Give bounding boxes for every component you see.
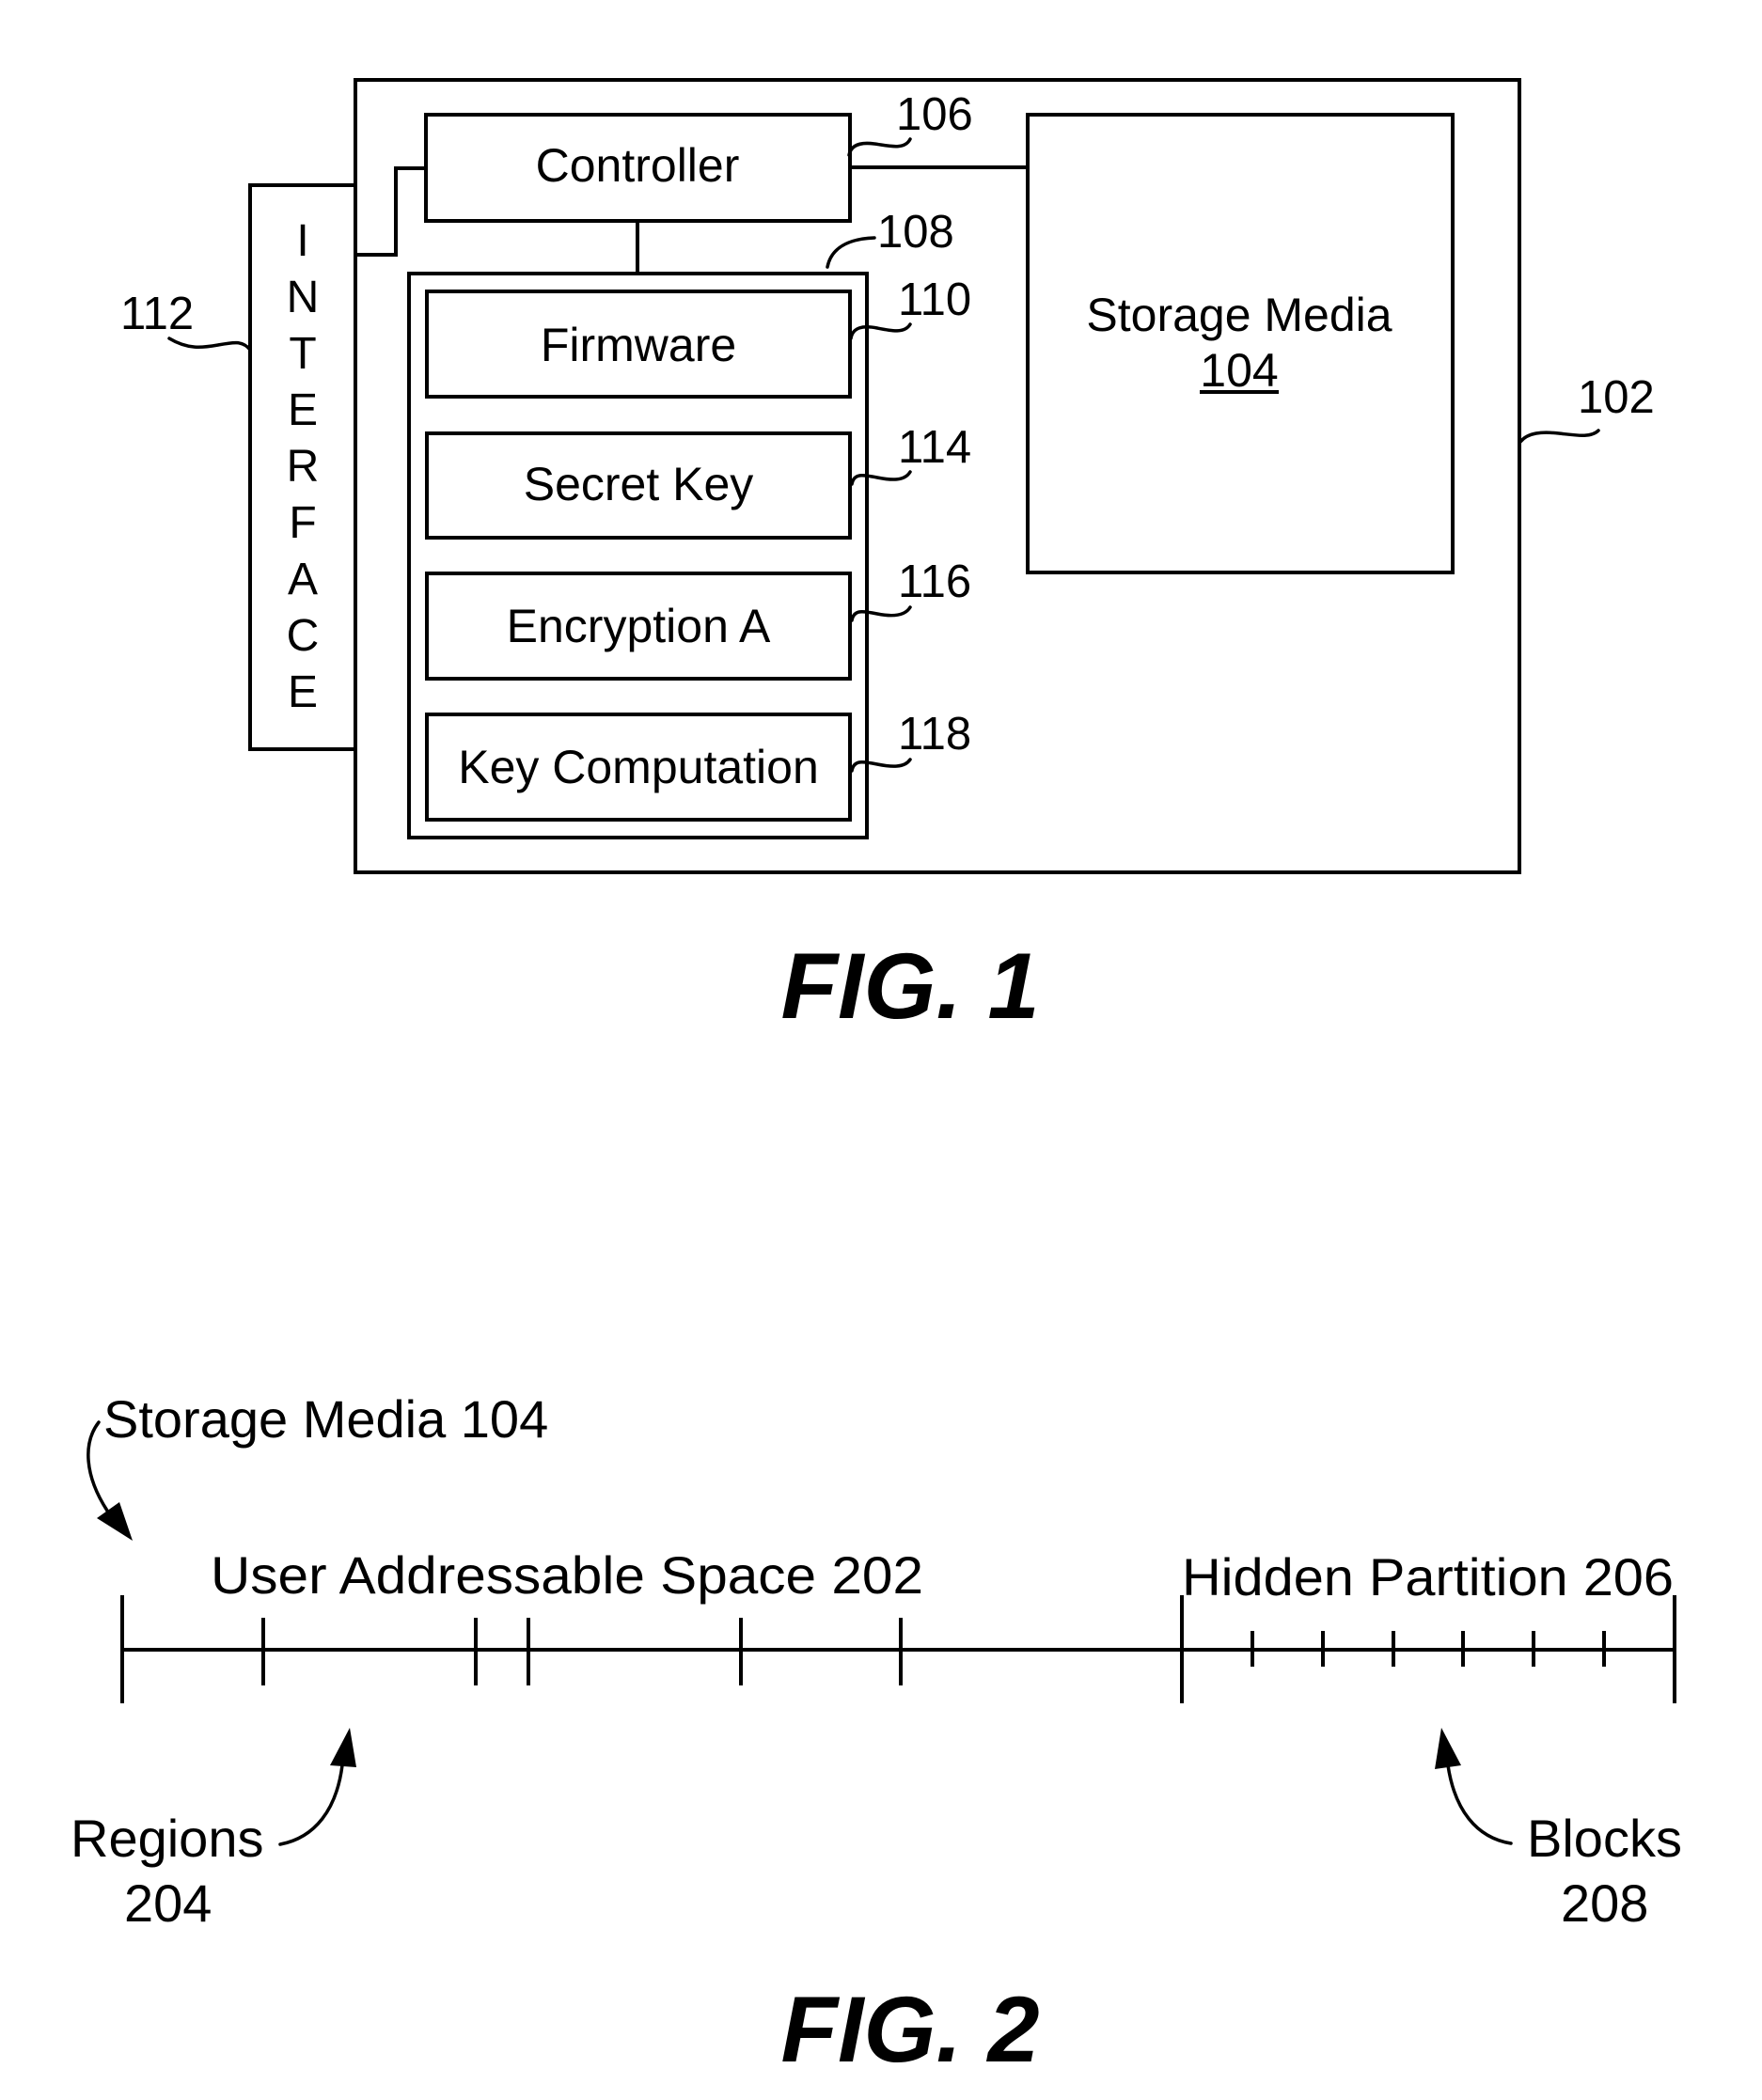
firmware-label: Firmware [541, 319, 736, 371]
interface-letter: E [288, 667, 318, 717]
interface-letter: N [287, 273, 320, 322]
figure-1: I N T E R F A C E 112 Controller 106 108 [120, 78, 1655, 1038]
ref-110: 110 [898, 274, 971, 325]
blocks-arrowhead-icon [1435, 1728, 1461, 1769]
ref-106: 106 [896, 89, 973, 140]
ref-118: 118 [898, 709, 971, 760]
blocks-label: Blocks [1527, 1809, 1682, 1868]
module-encryption-a: Encryption A 116 [425, 556, 971, 681]
module-firmware: Firmware 110 [425, 274, 971, 399]
interface-label: I N T E R F A C E [287, 216, 320, 717]
interface-letter: E [288, 385, 318, 435]
leader-112 [167, 337, 252, 352]
leader-118 [850, 758, 912, 773]
storage-media-ref: 104 [1200, 344, 1278, 397]
regions-arrowhead-icon [330, 1728, 356, 1767]
leader-110 [849, 322, 912, 340]
secret-key-label: Secret Key [524, 458, 754, 510]
ref-112: 112 [120, 289, 194, 339]
regions-label: Regions [71, 1809, 263, 1868]
leader-114 [850, 470, 912, 486]
ref-116: 116 [898, 556, 971, 607]
key-computation-label: Key Computation [458, 741, 819, 793]
ref-108: 108 [877, 207, 954, 258]
patent-drawing-sheet: I N T E R F A C E 112 Controller 106 108 [71, 78, 1682, 2081]
blocks-ref: 208 [1561, 1873, 1648, 1933]
interface-letter: F [289, 498, 316, 548]
controller-label: Controller [536, 139, 740, 192]
encryption-a-label: Encryption A [507, 600, 771, 652]
module-key-computation: Key Computation 118 [425, 709, 971, 822]
leader-116 [850, 605, 912, 622]
leader-106 [847, 137, 912, 157]
figure-1-title: FIG. 1 [780, 933, 1039, 1038]
user-addressable-space-label: User Addressable Space 202 [211, 1545, 923, 1605]
interface-letter: R [287, 442, 320, 492]
figure-2-title: FIG. 2 [780, 1977, 1039, 2081]
interface-letter: C [287, 611, 320, 661]
regions-arrow-shaft [278, 1763, 344, 1846]
module-secret-key: Secret Key 114 [425, 422, 971, 540]
interface-controller-connector [355, 166, 426, 257]
storage-media-label: Storage Media [1086, 289, 1392, 341]
leader-102 [1518, 429, 1600, 444]
leader-108 [826, 236, 876, 269]
interface-letter: A [288, 555, 318, 604]
ref-102: 102 [1578, 372, 1655, 423]
figure-2: Storage Media 104 User Addressable Space… [71, 1389, 1682, 2081]
interface-letter: T [289, 329, 316, 379]
storage-media-104-label: Storage Media 104 [103, 1389, 548, 1449]
interface-letter: I [296, 216, 308, 266]
regions-ref: 204 [124, 1873, 212, 1933]
hidden-partition-label: Hidden Partition 206 [1182, 1547, 1674, 1606]
ref-114: 114 [898, 422, 971, 473]
blocks-arrow-shaft [1446, 1763, 1513, 1845]
storage-media-arrowhead-icon [97, 1502, 133, 1541]
